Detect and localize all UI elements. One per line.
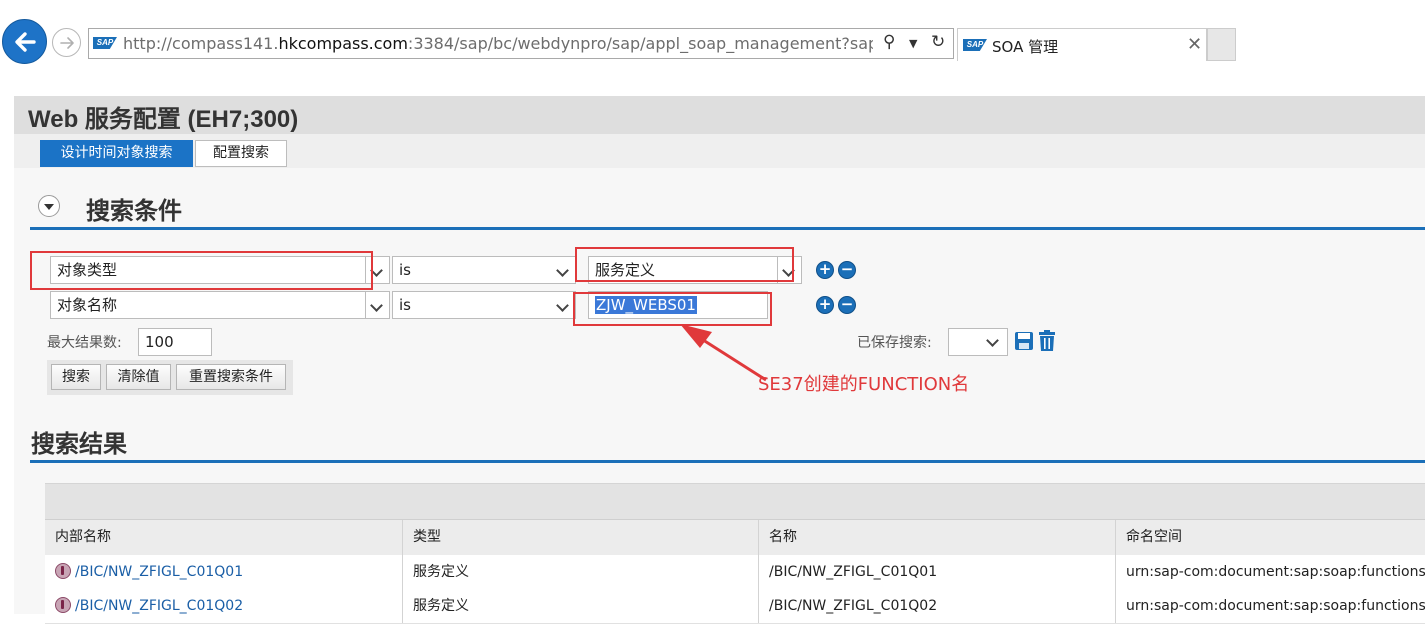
- internal-name-cell: /BIC/NW_ZFIGL_C01Q02: [45, 589, 402, 623]
- table-row[interactable]: /BIC/NW_ZFIGL_C01Q01 服务定义 /BIC/NW_ZFIGL_…: [45, 555, 1425, 590]
- delete-icon[interactable]: [1037, 330, 1057, 352]
- name-cell: /BIC/NW_ZFIGL_C01Q01: [758, 555, 1115, 589]
- highlight-box: [575, 247, 794, 282]
- sap-favicon-icon: SAP: [963, 39, 987, 51]
- service-definition-icon: [55, 597, 71, 613]
- results-toolbar: [45, 483, 1425, 520]
- forward-arrow-icon: [60, 37, 74, 49]
- max-results-input[interactable]: 100: [138, 328, 212, 356]
- url-text[interactable]: http://compass141.hkcompass.com:3384/sap…: [123, 34, 873, 53]
- tab-title: SOA 管理: [992, 38, 1059, 56]
- search-results-title: 搜索结果: [31, 430, 127, 458]
- close-icon[interactable]: ✕: [1187, 34, 1202, 55]
- annotation-text: SE37创建的FUNCTION名: [758, 374, 970, 395]
- search-icon[interactable]: ⚲: [883, 32, 895, 52]
- namespace-cell: urn:sap-com:document:sap:soap:functions:…: [1115, 555, 1425, 589]
- criteria-operator-select[interactable]: is: [392, 291, 576, 319]
- tab-design-time-object-search[interactable]: 设计时间对象搜索: [40, 140, 193, 167]
- back-button[interactable]: [2, 19, 47, 64]
- forward-button[interactable]: [52, 28, 81, 57]
- reset-search-button[interactable]: 重置搜索条件: [176, 364, 286, 390]
- remove-criteria-icon[interactable]: −: [838, 296, 856, 314]
- results-header-row: 内部名称 类型 名称 命名空间: [45, 519, 1425, 557]
- max-results-label: 最大结果数:: [47, 335, 122, 351]
- new-tab-button[interactable]: [1207, 28, 1236, 61]
- criteria-operator-select[interactable]: is: [392, 256, 576, 284]
- search-criteria-title: 搜索条件: [86, 197, 182, 225]
- add-criteria-icon[interactable]: +: [816, 296, 834, 314]
- namespace-cell: urn:sap-com:document:sap:soap:functions:…: [1115, 589, 1425, 623]
- type-cell: 服务定义: [402, 555, 758, 589]
- service-definition-icon: [55, 563, 71, 579]
- column-header[interactable]: 名称: [758, 520, 1115, 556]
- criteria-attribute-select[interactable]: 对象名称: [50, 291, 366, 319]
- column-header[interactable]: 命名空间: [1115, 520, 1425, 556]
- clear-values-button[interactable]: 清除值: [106, 364, 171, 390]
- saved-search-select[interactable]: [948, 328, 1008, 356]
- internal-name-link[interactable]: /BIC/NW_ZFIGL_C01Q02: [75, 598, 243, 614]
- add-criteria-icon[interactable]: +: [816, 261, 834, 279]
- search-results-rule: [30, 460, 1425, 463]
- table-row[interactable]: /BIC/NW_ZFIGL_C01Q02 服务定义 /BIC/NW_ZFIGL_…: [45, 589, 1425, 624]
- internal-name-cell: /BIC/NW_ZFIGL_C01Q01: [45, 555, 402, 589]
- chevron-down-icon[interactable]: [552, 256, 576, 284]
- address-bar[interactable]: SAP http://compass141.hkcompass.com:3384…: [88, 28, 954, 59]
- search-criteria-rule: [30, 227, 1425, 230]
- type-cell: 服务定义: [402, 589, 758, 623]
- collapse-toggle-icon[interactable]: [38, 195, 60, 217]
- saved-search-label: 已保存搜索:: [857, 335, 932, 351]
- annotation-arrow-icon: [680, 324, 767, 382]
- column-header[interactable]: 类型: [402, 520, 758, 556]
- name-cell: /BIC/NW_ZFIGL_C01Q02: [758, 589, 1115, 623]
- remove-criteria-icon[interactable]: −: [838, 261, 856, 279]
- chevron-down-icon: [986, 334, 999, 347]
- tab-configuration-search[interactable]: 配置搜索: [195, 140, 287, 167]
- column-header[interactable]: 内部名称: [45, 520, 402, 556]
- browser-tab[interactable]: SAP SOA 管理 ✕: [957, 28, 1207, 61]
- page-title-bar: Web 服务配置 (EH7;300): [14, 96, 1425, 134]
- highlight-box: [30, 251, 373, 290]
- search-button[interactable]: 搜索: [51, 364, 101, 390]
- sap-favicon-icon: SAP: [93, 37, 117, 49]
- back-arrow-icon: [15, 32, 36, 52]
- chevron-down-icon[interactable]: [366, 291, 390, 319]
- dropdown-icon[interactable]: ▼: [909, 37, 917, 50]
- page-title: Web 服务配置 (EH7;300): [28, 106, 299, 133]
- address-bar-actions: ⚲ ▼ ↻: [879, 32, 951, 56]
- refresh-icon[interactable]: ↻: [931, 32, 945, 52]
- save-icon[interactable]: [1014, 331, 1034, 351]
- internal-name-link[interactable]: /BIC/NW_ZFIGL_C01Q01: [75, 564, 243, 580]
